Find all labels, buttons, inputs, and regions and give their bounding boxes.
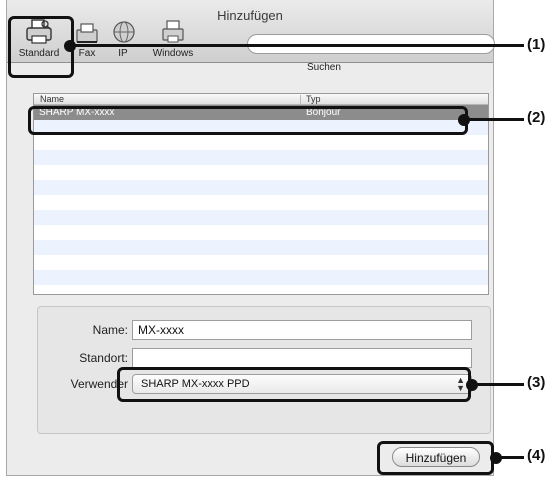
- callout-frame-2: [28, 106, 468, 135]
- callout-label-1: (1): [527, 36, 546, 53]
- empty-row: [34, 180, 488, 195]
- column-header-type[interactable]: Typ: [306, 94, 321, 104]
- callout-label-3: (3): [527, 374, 546, 391]
- add-printer-window: Hinzufügen Standard Fax IP Windows Suche…: [6, 0, 495, 476]
- driver-label: Verwender: [70, 377, 128, 391]
- toolbar-fax-button[interactable]: Fax: [73, 18, 101, 59]
- toolbar-ip-label: IP: [118, 48, 128, 59]
- location-field[interactable]: [132, 348, 472, 368]
- globe-icon: [113, 21, 135, 43]
- toolbar: Hinzufügen Standard Fax IP Windows Suche…: [7, 0, 495, 73]
- fax-icon: [76, 23, 98, 43]
- callout-label-2: (2): [527, 109, 546, 126]
- callout-label-4: (4): [527, 447, 546, 464]
- empty-row: [34, 210, 488, 225]
- name-label: Name:: [92, 323, 128, 337]
- callout-line-2: [464, 118, 524, 121]
- column-header-name[interactable]: Name: [40, 94, 64, 104]
- toolbar-ip-button[interactable]: IP: [111, 18, 135, 59]
- empty-row: [34, 270, 488, 285]
- callout-frame-3: [117, 367, 471, 402]
- list-header: Name Typ: [34, 94, 488, 105]
- callout-line-4: [496, 456, 524, 459]
- location-label: Standort:: [79, 351, 128, 365]
- toolbar-windows-label: Windows: [152, 48, 194, 59]
- callout-line-3: [472, 383, 524, 386]
- toolbar-windows-button[interactable]: Windows: [147, 18, 199, 59]
- windows-printer-icon: [162, 20, 184, 43]
- name-field[interactable]: MX-xxxx: [132, 320, 472, 340]
- empty-row: [34, 150, 488, 165]
- callout-frame-4: [377, 441, 494, 475]
- column-separator: [300, 95, 301, 104]
- callout-line-1: [70, 44, 524, 47]
- search-label: Suchen: [307, 62, 341, 73]
- toolbar-fax-label: Fax: [78, 48, 96, 59]
- empty-row: [34, 240, 488, 255]
